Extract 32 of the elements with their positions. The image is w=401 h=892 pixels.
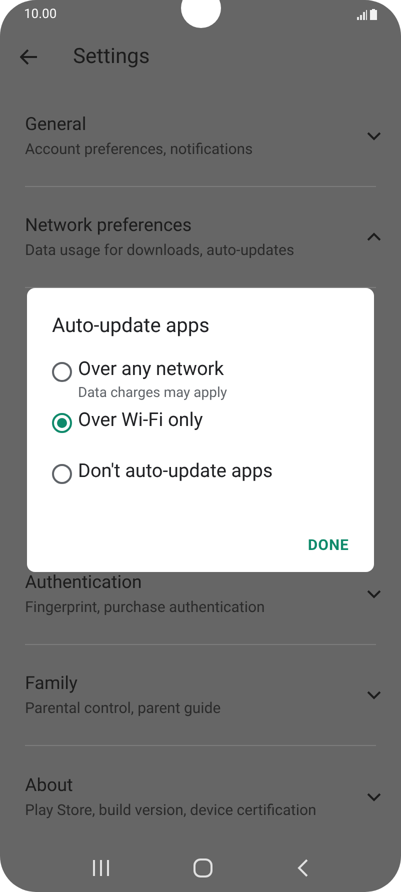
setting-title: Authentication bbox=[25, 571, 143, 596]
radio-button[interactable] bbox=[52, 413, 72, 433]
chevron-down-icon[interactable] bbox=[366, 690, 382, 700]
radio-button[interactable] bbox=[52, 362, 72, 382]
setting-title: Family bbox=[25, 672, 78, 696]
home-icon[interactable] bbox=[193, 858, 214, 878]
setting-subtitle: Play Store, build version, device certification bbox=[25, 800, 318, 821]
back-icon[interactable] bbox=[297, 858, 310, 877]
chevron-up-icon[interactable] bbox=[366, 232, 382, 242]
option-label[interactable]: Don't auto-update apps bbox=[78, 456, 273, 486]
option-label[interactable]: Over any network bbox=[78, 354, 227, 384]
setting-subtitle: Parental control, parent guide bbox=[25, 698, 222, 720]
chevron-down-icon[interactable] bbox=[366, 130, 382, 141]
setting-subtitle: Data usage for downloads, auto-updates bbox=[25, 240, 296, 261]
setting-subtitle: Fingerprint, purchase authentication bbox=[25, 597, 266, 618]
setting-title: About bbox=[25, 774, 74, 798]
signal-icon bbox=[357, 10, 367, 20]
chevron-down-icon[interactable] bbox=[366, 792, 382, 802]
setting-title: General bbox=[25, 112, 88, 137]
dialog-title: Auto-update apps bbox=[52, 312, 210, 339]
setting-subtitle: Account preferences, notifications bbox=[25, 138, 254, 160]
status-time: 10.00 bbox=[24, 6, 57, 24]
option-subtitle: Data charges may apply bbox=[78, 384, 227, 402]
option-label[interactable]: Over Wi-Fi only bbox=[78, 405, 203, 435]
battery-icon bbox=[370, 9, 377, 20]
back-arrow-icon[interactable] bbox=[20, 49, 38, 66]
done-button[interactable]: DONE bbox=[308, 534, 349, 556]
page-title: Settings bbox=[73, 44, 150, 71]
chevron-down-icon[interactable] bbox=[366, 589, 382, 600]
radio-button[interactable] bbox=[52, 464, 72, 484]
recent-apps-icon[interactable] bbox=[92, 860, 110, 876]
setting-title: Network preferences bbox=[25, 214, 193, 238]
